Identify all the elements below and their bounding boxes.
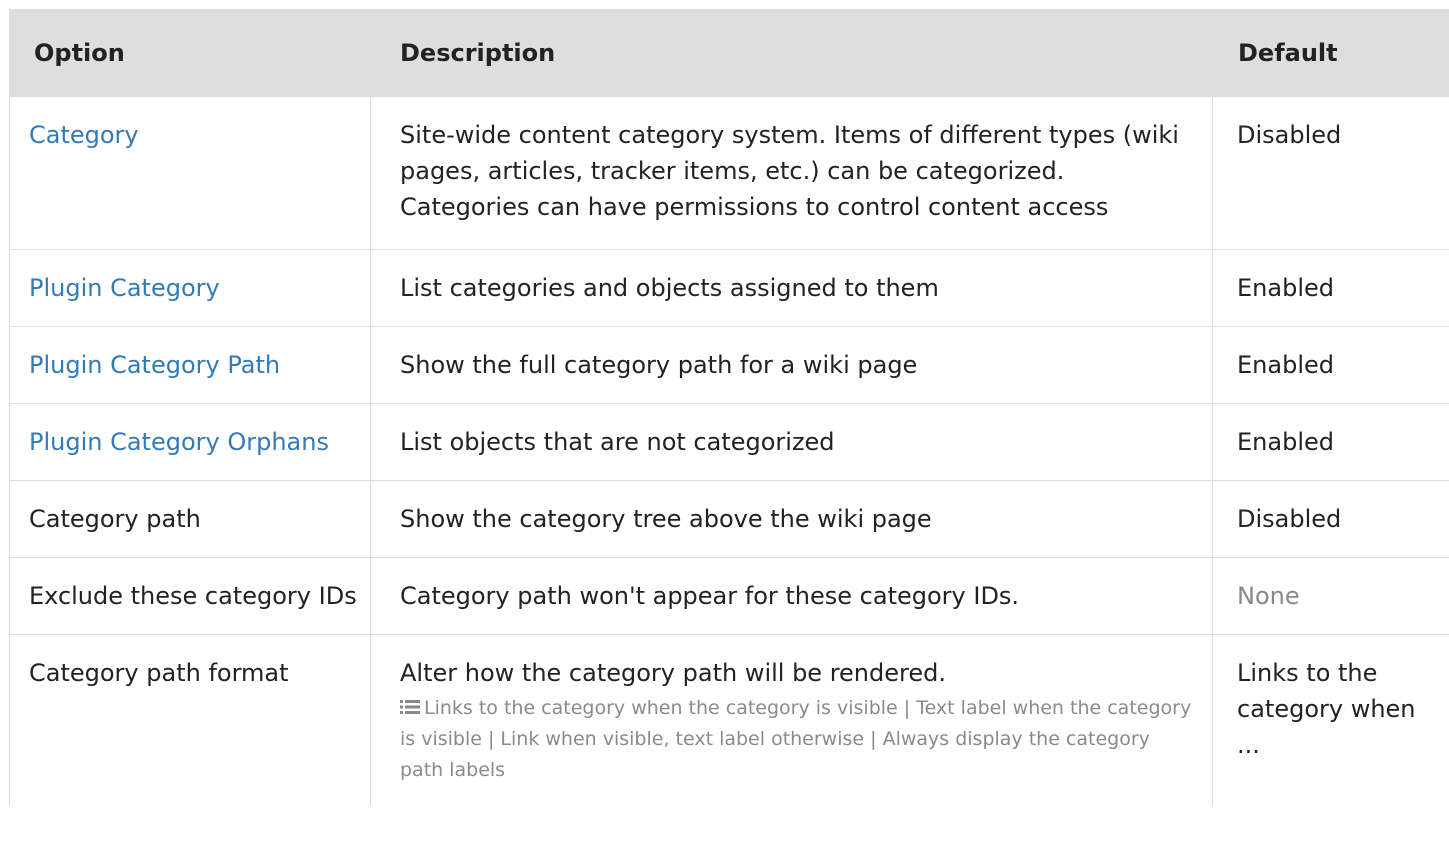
options-table-view: Option Description Default Category Site… <box>0 0 1449 845</box>
default-cell: Enabled <box>1212 403 1449 481</box>
description-cell: Show the category tree above the wiki pa… <box>370 480 1213 558</box>
table-row: Exclude these category IDs Category path… <box>9 557 1449 635</box>
choices-note: Links to the category when the category … <box>400 693 1192 786</box>
option-link-category[interactable]: Category <box>29 121 139 149</box>
description-cell: List objects that are not categorized <box>370 403 1213 481</box>
option-cell: Category path <box>9 480 371 558</box>
default-cell: Enabled <box>1212 249 1449 327</box>
header-description: Description <box>370 9 1213 97</box>
description-cell: Alter how the category path will be rend… <box>370 634 1213 806</box>
default-cell: Links to the category when ... <box>1212 634 1449 806</box>
table-row: Plugin Category Orphans List objects tha… <box>9 403 1449 481</box>
top-spacer <box>0 0 1449 9</box>
table-row: Plugin Category Path Show the full categ… <box>9 326 1449 404</box>
default-cell: Disabled <box>1212 480 1449 558</box>
table-header: Option Description Default <box>9 9 1449 97</box>
options-table: Option Description Default Category Site… <box>9 9 1449 806</box>
option-link-plugin-category-orphans[interactable]: Plugin Category Orphans <box>29 428 329 456</box>
description-cell: Site-wide content category system. Items… <box>370 96 1213 250</box>
option-cell: Exclude these category IDs <box>9 557 371 635</box>
default-cell: Enabled <box>1212 326 1449 404</box>
choices-text: Links to the category when the category … <box>400 697 1192 781</box>
table-row: Category path Show the category tree abo… <box>9 480 1449 558</box>
option-cell: Category <box>9 96 371 250</box>
list-icon <box>400 700 420 714</box>
description-cell: List categories and objects assigned to … <box>370 249 1213 327</box>
description-text: Alter how the category path will be rend… <box>400 659 946 687</box>
option-cell: Plugin Category Orphans <box>9 403 371 481</box>
option-cell: Plugin Category Path <box>9 326 371 404</box>
option-cell: Category path format <box>9 634 371 806</box>
default-cell: Disabled <box>1212 96 1449 250</box>
table-body: Category Site-wide content category syst… <box>9 96 1449 806</box>
option-link-plugin-category-path[interactable]: Plugin Category Path <box>29 351 280 379</box>
table-row: Category path format Alter how the categ… <box>9 634 1449 806</box>
description-cell: Category path won't appear for these cat… <box>370 557 1213 635</box>
header-row: Option Description Default <box>9 9 1449 97</box>
option-cell: Plugin Category <box>9 249 371 327</box>
header-option: Option <box>9 9 371 97</box>
header-default: Default <box>1212 9 1449 97</box>
default-cell: None <box>1212 557 1449 635</box>
table-row: Plugin Category List categories and obje… <box>9 249 1449 327</box>
option-link-plugin-category[interactable]: Plugin Category <box>29 274 220 302</box>
table-row: Category Site-wide content category syst… <box>9 96 1449 250</box>
description-cell: Show the full category path for a wiki p… <box>370 326 1213 404</box>
